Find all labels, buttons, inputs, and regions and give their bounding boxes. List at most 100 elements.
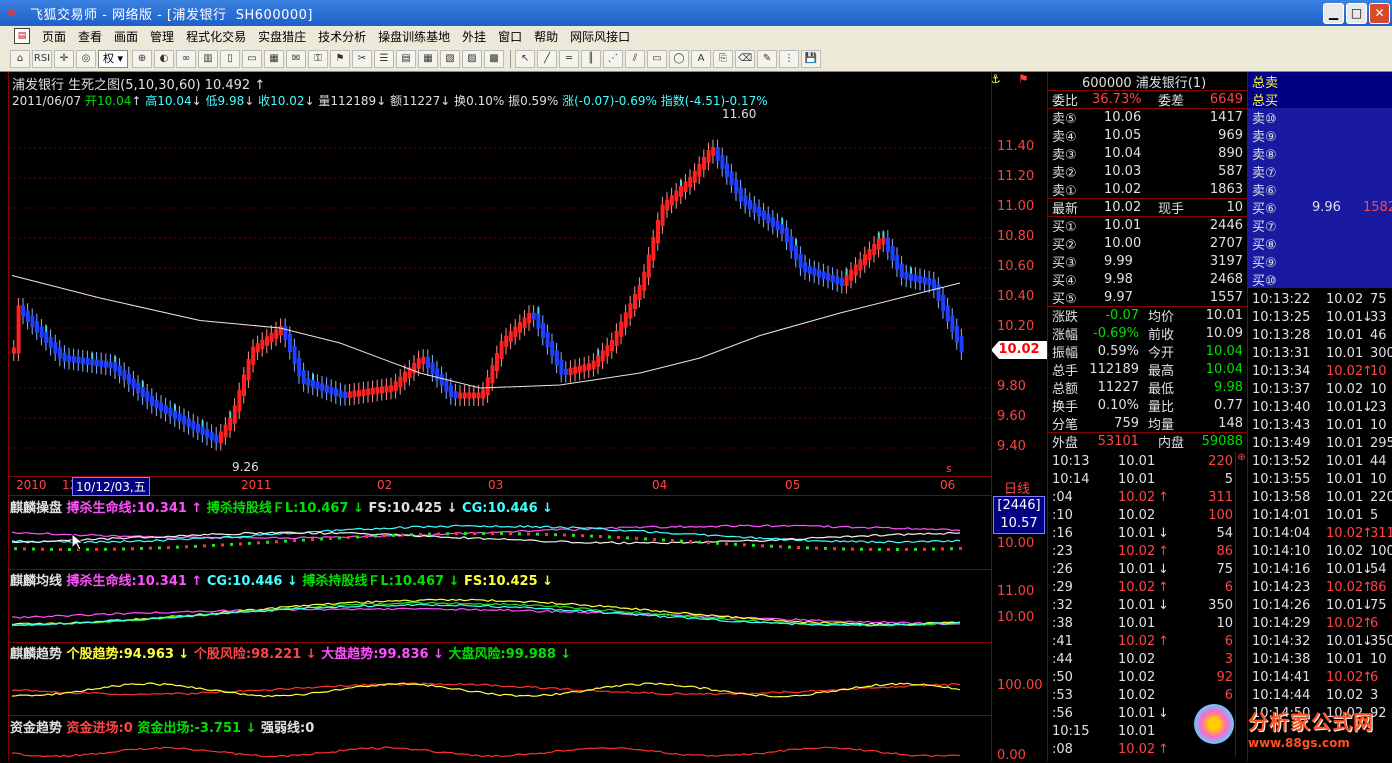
panel1-value-1: 搏杀生命线:10.341 ↑ (67, 501, 203, 516)
tick-time: :38 (1052, 616, 1073, 631)
rsi-icon[interactable]: RSI (32, 50, 52, 68)
menu-training[interactable]: 操盘训练基地 (372, 28, 456, 45)
menu-help[interactable]: 帮助 (528, 28, 564, 45)
trade-price: 10.02 (1326, 292, 1363, 307)
rights-select[interactable]: 权 ▾ (98, 50, 128, 68)
trade-row: 10:14:04 10.02 ↑ 311 (1248, 524, 1392, 542)
candle-body (224, 425, 228, 438)
stat-value: 0.59% (1098, 344, 1139, 359)
ask-volume: 969 (1218, 128, 1243, 143)
menu-page[interactable]: 页面 (36, 28, 72, 45)
candle-body (440, 374, 444, 386)
candle-body (766, 214, 770, 223)
menu-manage[interactable]: 管理 (144, 28, 180, 45)
news-icon[interactable]: ✉ (286, 50, 306, 68)
candle-wick (597, 350, 599, 356)
candle-wick (45, 326, 47, 332)
candle-body (587, 363, 591, 370)
stat-value-2: 10.09 (1206, 326, 1243, 341)
lock-icon[interactable]: ⚿ (308, 50, 328, 68)
buy-queue-row: 买⑨ (1248, 252, 1392, 270)
candle-body (398, 377, 402, 388)
fan-tool-icon[interactable]: ⋰ (603, 50, 623, 68)
crosshair-icon[interactable]: ✛ (54, 50, 74, 68)
hline-tool-icon[interactable]: ═ (559, 50, 579, 68)
layout4-icon[interactable]: ▨ (462, 50, 482, 68)
layout1-icon[interactable]: ▤ (396, 50, 416, 68)
menu-program-trading[interactable]: 程式化交易 (180, 28, 252, 45)
home-icon[interactable]: ⌂ (10, 50, 30, 68)
candle-body (26, 311, 30, 322)
menu-screen[interactable]: 画面 (108, 28, 144, 45)
candle-body (58, 347, 62, 358)
document-icon[interactable]: ▤ (14, 28, 30, 44)
scroll-up-icon[interactable]: ⊕ (1236, 452, 1247, 463)
volume-label: 量112189 (318, 94, 376, 108)
book-icon[interactable]: ▯ (220, 50, 240, 68)
trade-price: 10.01 (1326, 346, 1363, 361)
menu-view[interactable]: 查看 (72, 28, 108, 45)
candle-body (394, 381, 398, 391)
ellipse-tool-icon[interactable]: ◯ (669, 50, 689, 68)
list-icon[interactable]: ☰ (374, 50, 394, 68)
more-tools-icon[interactable]: ⋮ (779, 50, 799, 68)
candle-body (311, 380, 315, 388)
toggle-icon[interactable]: ◐ (154, 50, 174, 68)
candle-body (822, 271, 826, 279)
layout5-icon[interactable]: ▩ (484, 50, 504, 68)
candle-body (619, 322, 623, 337)
pen-icon[interactable]: ✎ (757, 50, 777, 68)
menu-window[interactable]: 窗口 (492, 28, 528, 45)
tools-icon[interactable]: ✂ (352, 50, 372, 68)
axis-divider (991, 72, 992, 761)
trade-volume: 311 (1370, 526, 1392, 541)
ohlc-header: 2011/06/07 开10.04↑ 高10.04↓ 低9.98↓ 收10.02… (12, 92, 768, 109)
trade-volume: 6 (1370, 616, 1378, 631)
grid-icon[interactable]: ▦ (264, 50, 284, 68)
copy-icon[interactable]: ⎘ (713, 50, 733, 68)
glasses-icon[interactable]: ∞ (176, 50, 196, 68)
trade-time: 10:14:26 (1252, 598, 1310, 613)
maximize-button[interactable]: □ (1346, 3, 1367, 24)
panel1-dot (599, 535, 602, 538)
menu-tech-analysis[interactable]: 技术分析 (312, 28, 372, 45)
candle-body (918, 276, 922, 283)
menu-net-interface[interactable]: 网际风接口 (564, 28, 636, 45)
minimize-button[interactable]: ▁ (1323, 3, 1344, 24)
toolbar: ⌂ RSI ✛ ◎ 权 ▾ ⊕ ◐ ∞ ▥ ▯ ▭ ▦ ✉ ⚿ ⚑ ✂ ☰ ▤ … (0, 46, 1392, 72)
chart-icon[interactable]: ▥ (198, 50, 218, 68)
candle-body (247, 359, 251, 381)
menu-hunt[interactable]: 实盘猎庄 (252, 28, 312, 45)
ask-price: 10.05 (1104, 128, 1141, 143)
period-label[interactable]: 日线 (1004, 478, 1030, 497)
pointer-icon[interactable]: ↖ (515, 50, 535, 68)
rect-tool-icon[interactable]: ▭ (647, 50, 667, 68)
save-icon[interactable]: 💾 (801, 50, 821, 68)
panel1-dot (194, 545, 197, 548)
flag-icon[interactable]: ⚑ (1018, 72, 1029, 86)
page-icon[interactable]: ▭ (242, 50, 262, 68)
close-button[interactable]: ✕ (1369, 3, 1390, 24)
candle-body (260, 340, 264, 349)
layout2-icon[interactable]: ▦ (418, 50, 438, 68)
panel1-dot (176, 546, 179, 549)
vline-tool-icon[interactable]: ║ (581, 50, 601, 68)
candle-body (17, 305, 21, 353)
panel1-dot (230, 543, 233, 546)
line-tool-icon[interactable]: ╱ (537, 50, 557, 68)
candle-body (237, 390, 241, 412)
candle-body (960, 336, 964, 352)
target-icon[interactable]: ◎ (76, 50, 96, 68)
menu-plugins[interactable]: 外挂 (456, 28, 492, 45)
trade-volume: 10 (1370, 472, 1387, 487)
zoom-in-icon[interactable]: ⊕ (132, 50, 152, 68)
channel-tool-icon[interactable]: ⫽ (625, 50, 645, 68)
layout3-icon[interactable]: ▧ (440, 50, 460, 68)
text-tool-icon[interactable]: A (691, 50, 711, 68)
candle-body (316, 382, 320, 390)
bell-icon[interactable]: ⚑ (330, 50, 350, 68)
tick-time: :44 (1052, 652, 1073, 667)
candle-body (688, 177, 692, 188)
chart-area[interactable]: 浦发银行 生死之图(5,10,30,60) 10.492 ↑ 2011/06/0… (0, 72, 1047, 761)
eraser-icon[interactable]: ⌫ (735, 50, 755, 68)
